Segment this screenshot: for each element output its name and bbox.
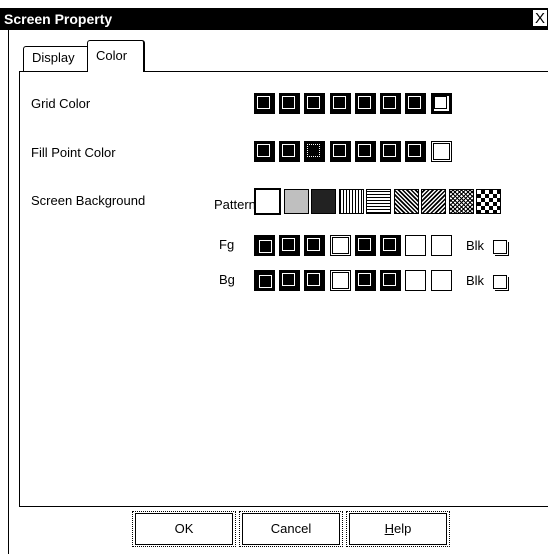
fg-color-swatch[interactable]: [330, 235, 351, 256]
pattern-swatch-selected[interactable]: [254, 188, 281, 215]
fg-blink-checkbox[interactable]: [493, 240, 509, 256]
cancel-button[interactable]: Cancel: [239, 511, 343, 547]
grid-color-swatch[interactable]: [405, 93, 426, 114]
help-button[interactable]: Help: [346, 511, 450, 547]
close-button[interactable]: X: [532, 9, 548, 27]
help-button-label: Help: [384, 521, 412, 536]
title-bar: Screen Property X: [0, 8, 548, 30]
grid-color-swatch[interactable]: [279, 93, 300, 114]
tab-color-label: Color: [96, 48, 128, 63]
bg-color-swatch[interactable]: [431, 270, 452, 291]
pattern-swatch[interactable]: [366, 189, 391, 214]
bg-blink-checkbox[interactable]: [493, 275, 509, 291]
bg-color-swatch[interactable]: [380, 270, 401, 291]
cancel-button-label: Cancel: [270, 521, 312, 536]
pattern-label: Pattern: [214, 197, 256, 212]
bg-color-swatch[interactable]: [279, 270, 300, 291]
fg-color-swatch[interactable]: [380, 235, 401, 256]
pattern-swatch[interactable]: [449, 189, 474, 214]
bg-color-swatch[interactable]: [405, 270, 426, 291]
fg-blink-label: Blk: [466, 238, 485, 253]
grid-color-swatch[interactable]: [304, 93, 325, 114]
fill-point-color-swatch[interactable]: [431, 141, 452, 162]
grid-color-swatch-selected[interactable]: [431, 93, 452, 114]
fill-point-color-swatch[interactable]: [254, 141, 275, 162]
fg-color-swatch[interactable]: [355, 235, 376, 256]
bg-blink-label: Blk: [466, 273, 485, 288]
fg-color-swatch[interactable]: [431, 235, 452, 256]
fg-color-swatch[interactable]: [304, 235, 325, 256]
grid-color-swatch[interactable]: [254, 93, 275, 114]
grid-color-label: Grid Color: [31, 96, 91, 111]
grid-color-swatch[interactable]: [355, 93, 376, 114]
tab-display[interactable]: Display: [23, 46, 89, 72]
ok-button-label: OK: [174, 521, 194, 536]
pattern-swatch[interactable]: [394, 189, 419, 214]
dialog-left-border: [8, 30, 9, 554]
grid-color-swatch[interactable]: [380, 93, 401, 114]
grid-color-swatch[interactable]: [330, 93, 351, 114]
fg-color-swatch[interactable]: [279, 235, 300, 256]
bg-label: Bg: [219, 272, 235, 287]
pattern-swatch[interactable]: [421, 189, 446, 214]
window-title: Screen Property: [4, 11, 113, 27]
fg-label: Fg: [219, 237, 235, 252]
pattern-swatch[interactable]: [284, 189, 309, 214]
pattern-swatch[interactable]: [476, 189, 501, 214]
fill-point-color-swatch[interactable]: [380, 141, 401, 162]
bg-color-swatch-selected[interactable]: [254, 270, 275, 291]
bg-color-swatch[interactable]: [330, 270, 351, 291]
fill-point-color-swatch[interactable]: [330, 141, 351, 162]
fill-point-color-label: Fill Point Color: [31, 145, 116, 160]
fg-color-swatch-selected[interactable]: [254, 235, 275, 256]
tab-display-label: Display: [32, 50, 75, 65]
fill-point-color-swatch-selected[interactable]: [304, 141, 325, 162]
screen-property-dialog: Screen Property X Display Color Grid Col…: [0, 0, 548, 554]
screen-background-label: Screen Background: [31, 193, 146, 208]
pattern-swatch[interactable]: [339, 189, 364, 214]
fill-point-color-swatch[interactable]: [279, 141, 300, 162]
bg-color-swatch[interactable]: [355, 270, 376, 291]
fill-point-color-swatch[interactable]: [355, 141, 376, 162]
bg-color-swatch[interactable]: [304, 270, 325, 291]
pattern-swatch[interactable]: [311, 189, 336, 214]
fill-point-color-swatch[interactable]: [405, 141, 426, 162]
tab-color[interactable]: Color: [87, 40, 145, 72]
ok-button[interactable]: OK: [132, 511, 236, 547]
fg-color-swatch[interactable]: [405, 235, 426, 256]
